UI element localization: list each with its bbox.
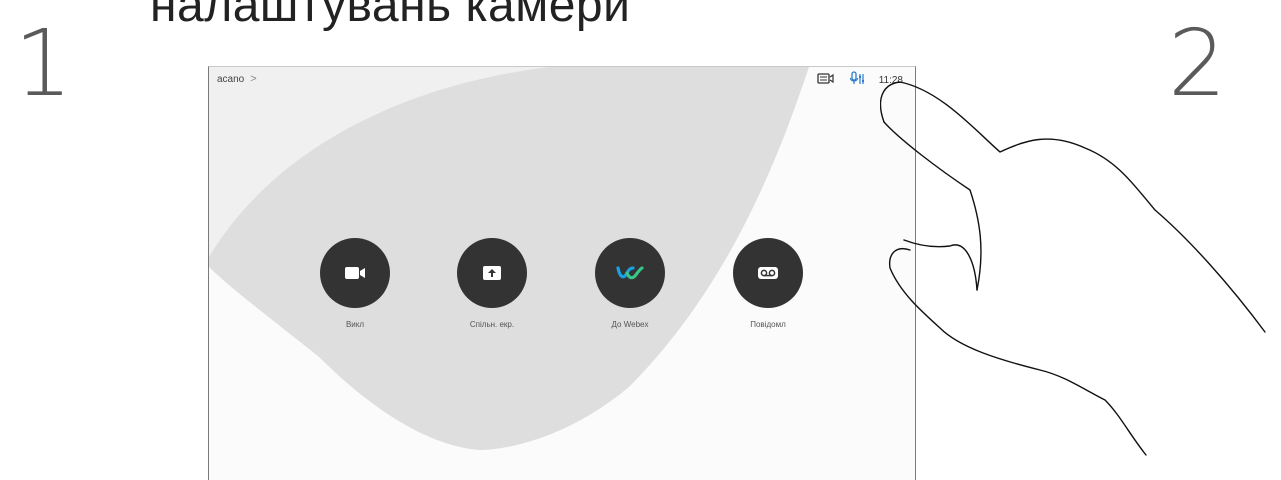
voicemail-button[interactable]: Повідомл [713,238,823,329]
step-number-1: 1 [14,10,73,117]
button-label: Викл [345,320,365,329]
webex-button[interactable]: До Webex [575,238,685,329]
system-name-label: acano [217,73,245,85]
page-heading: налаштувань камери [150,0,631,32]
button-label: Повідомл [750,320,786,329]
pointing-hand-illustration [880,81,1266,456]
button-label: До Webex [611,320,649,329]
camera-status-icon[interactable] [817,72,835,89]
device-screen: acano > 11:28 Викл Спільн. екр. До Webex… [208,66,916,480]
share-screen-button[interactable]: Спільн. екр. [437,238,547,329]
video-camera-icon [345,267,365,279]
webex-logo-icon [616,266,644,280]
chevron-right-icon: > [250,73,257,85]
voicemail-icon [758,267,778,279]
share-screen-icon [483,266,501,280]
microphone-settings-icon[interactable] [849,71,865,90]
system-name[interactable]: acano > [217,73,257,85]
action-buttons: Викл Спільн. екр. До Webex Повідомл [320,238,820,358]
turn-off-camera-button[interactable]: Викл [300,238,410,329]
button-label: Спільн. екр. [469,320,515,329]
